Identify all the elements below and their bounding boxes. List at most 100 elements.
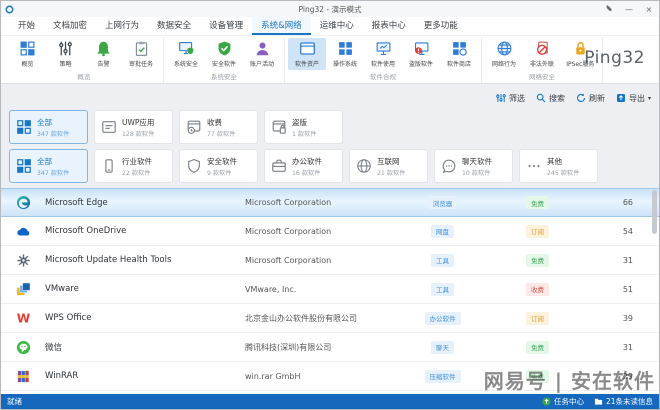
ribbon-item-overview[interactable]: 概览: [8, 38, 46, 70]
edge-app-icon: [1, 195, 45, 210]
ribbon-item-account-activity[interactable]: 账户活动: [243, 38, 281, 70]
ribbon: 概览 策略 告警 审批: [1, 36, 659, 84]
software-name: Microsoft Edge: [45, 198, 245, 208]
category-card-chat[interactable]: 聊天软件10 款软件: [434, 149, 513, 183]
category-card-security[interactable]: 安全软件9 款软件: [179, 149, 258, 183]
grid-icon: [16, 119, 32, 135]
refresh-icon: [576, 93, 586, 103]
table-row[interactable]: Microsoft Update Health Tools Microsoft …: [1, 246, 659, 275]
filter-card-paid[interactable]: 收费77 款软件: [179, 110, 258, 144]
ribbon-item-illegal-connection[interactable]: 非法外联: [523, 38, 561, 70]
ribbon-item-label: 网络行为: [492, 58, 516, 67]
ribbon-tab-bar: 开始 文档加密 上网行为 数据安全 设备管理 系统&网络 运维中心 报表中心 更…: [1, 17, 659, 36]
software-name: 微信: [45, 341, 245, 353]
table-row[interactable]: W WPS Office 北京金山办公软件股份有限公司 办公软件 订阅 39: [1, 304, 659, 333]
tab-internet-behavior[interactable]: 上网行为: [96, 17, 148, 35]
ribbon-item-label: 账户活动: [250, 58, 274, 67]
vertical-scrollbar[interactable]: [652, 190, 657, 234]
unread-messages-button[interactable]: 21条未读信息: [594, 396, 653, 407]
category-badge: 聊天: [431, 341, 454, 354]
tab-data-security[interactable]: 数据安全: [148, 17, 200, 35]
table-row[interactable]: Microsoft OneDrive Microsoft Corporation…: [1, 217, 659, 246]
ribbon-item-label: 盗版软件: [409, 58, 433, 67]
vmware-app-icon: [1, 282, 45, 297]
table-row[interactable]: Microsoft Edge Microsoft Corporation 浏览器…: [1, 188, 659, 217]
ribbon-item-software-assets[interactable]: 软件资产: [288, 38, 326, 70]
tab-system-network[interactable]: 系统&网络: [252, 17, 311, 35]
account-activity-user-icon: [254, 39, 271, 58]
os-squares-icon: [337, 39, 354, 58]
software-store-icon: [451, 39, 468, 58]
filter-button[interactable]: 筛选: [496, 93, 525, 104]
ribbon-item-label: 概览: [21, 58, 33, 67]
license-badge: 免费: [526, 370, 549, 383]
main-content: 筛选 搜索 刷新 导出 ▾ 全部347 款软件: [1, 84, 659, 394]
tab-more-features[interactable]: 更多功能: [415, 17, 467, 35]
export-button[interactable]: 导出 ▾: [616, 93, 651, 104]
ribbon-item-alerts[interactable]: 告警: [84, 38, 122, 70]
category-card-industry[interactable]: 行业软件22 款软件: [94, 149, 173, 183]
ribbon-item-security-software[interactable]: 安全软件: [205, 38, 243, 70]
search-icon: [536, 93, 546, 103]
ribbon-item-network-behavior[interactable]: 网络行为: [485, 38, 523, 70]
pirated-software-alert-icon: [413, 39, 430, 58]
illegal-connection-shield-icon: [534, 39, 551, 58]
task-center-button[interactable]: 任务中心: [542, 396, 584, 407]
install-count: 54: [585, 227, 659, 236]
card-count: 16 款软件: [292, 167, 321, 177]
ribbon-item-pirated-software[interactable]: 盗版软件: [402, 38, 440, 70]
license-badge: 免费: [526, 254, 549, 267]
filter-card-all[interactable]: 全部347 款软件: [9, 110, 88, 144]
card-count: 128 款软件: [122, 128, 154, 138]
card-count: 77 款软件: [207, 128, 235, 138]
install-count: 29: [585, 372, 659, 381]
ellipsis-icon: [526, 158, 542, 174]
overview-grid-icon: [19, 39, 36, 58]
table-row[interactable]: VMware VMware, Inc. 工具 收费 51: [1, 275, 659, 304]
ribbon-item-approval-tasks[interactable]: 审批任务: [122, 38, 160, 70]
minimize-button[interactable]: —: [623, 5, 635, 14]
ribbon-item-software-store[interactable]: 软件商店: [440, 38, 478, 70]
card-count: 10 款软件: [462, 167, 491, 177]
category-card-internet[interactable]: 互联网21 款软件: [349, 149, 428, 183]
ribbon-item-system-security[interactable]: 系统安全: [167, 38, 205, 70]
ribbon-item-operating-system[interactable]: 操作系统: [326, 38, 364, 70]
network-behavior-globe-icon: [496, 39, 513, 58]
alert-bell-icon: [95, 39, 112, 58]
tab-start[interactable]: 开始: [9, 17, 44, 35]
software-vendor: Microsoft Corporation: [245, 198, 395, 207]
tab-document-encryption[interactable]: 文档加密: [44, 17, 96, 35]
license-badge: 免费: [526, 341, 549, 354]
software-vendor: Microsoft Corporation: [245, 227, 395, 236]
support-phone-icon[interactable]: [603, 4, 615, 14]
ribbon-item-label: 告警: [97, 58, 109, 67]
tab-ops-center[interactable]: 运维中心: [311, 17, 363, 35]
search-button[interactable]: 搜索: [536, 93, 565, 104]
category-card-other[interactable]: 其他245 款软件: [519, 149, 598, 183]
table-row[interactable]: 微信 腾讯科技(深圳)有限公司 聊天 免费 31: [1, 333, 659, 362]
software-vendor: Microsoft Corporation: [245, 256, 395, 265]
category-badge: 浏览器: [428, 196, 458, 209]
refresh-button[interactable]: 刷新: [576, 93, 605, 104]
filter-card-pirated[interactable]: 盗版1 款软件: [264, 110, 343, 144]
tab-device-management[interactable]: 设备管理: [200, 17, 252, 35]
ribbon-item-label: 策略: [59, 58, 71, 67]
window-title: Ping32 - 演示模式: [1, 4, 659, 15]
ribbon-item-software-usage[interactable]: 软件使用: [364, 38, 402, 70]
install-count: 66: [585, 198, 659, 207]
svg-text:W: W: [16, 311, 30, 325]
install-count: 39: [585, 314, 659, 323]
ribbon-item-policy[interactable]: 策略: [46, 38, 84, 70]
card-count: 347 款软件: [37, 128, 69, 138]
tab-report-center[interactable]: 报表中心: [363, 17, 415, 35]
license-badge: 订阅: [526, 225, 549, 238]
ribbon-item-label: 非法外联: [530, 58, 554, 67]
ribbon-group-label: 系统安全: [167, 70, 281, 83]
table-row[interactable]: WinRAR win.rar GmbH 压缩软件 免费 29: [1, 362, 659, 391]
category-card-all[interactable]: 全部347 款软件: [9, 149, 88, 183]
filter-card-uwp[interactable]: UWP应用128 款软件: [94, 110, 173, 144]
category-card-office[interactable]: 办公软件16 款软件: [264, 149, 343, 183]
software-name: Microsoft OneDrive: [45, 226, 245, 236]
close-button[interactable]: ×: [643, 5, 655, 14]
install-count: 31: [585, 343, 659, 352]
